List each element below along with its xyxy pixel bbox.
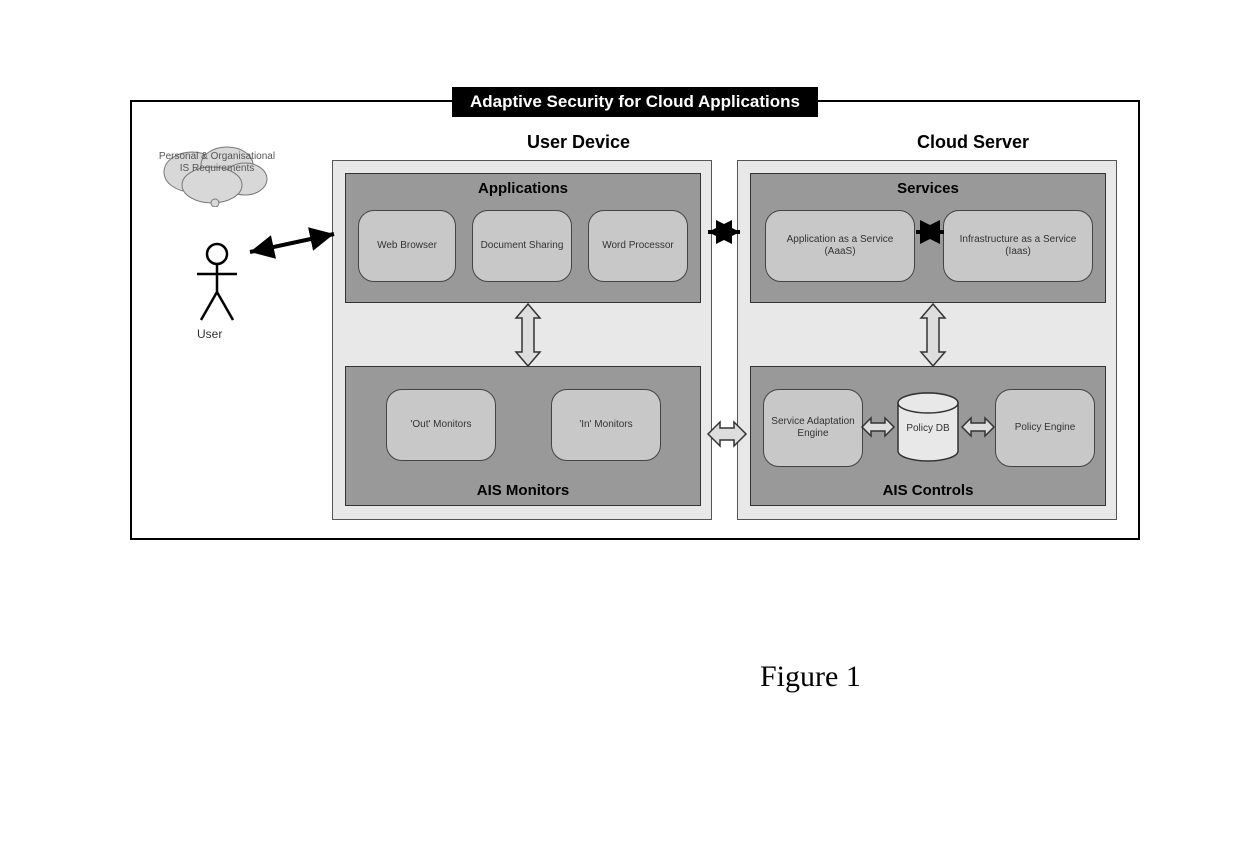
ais-monitors-title: AIS Monitors	[346, 482, 700, 499]
node-in-monitors: 'In' Monitors	[551, 389, 661, 461]
ais-monitors-panel: 'Out' Monitors 'In' Monitors AIS Monitor…	[345, 366, 701, 506]
services-title: Services	[751, 180, 1105, 197]
services-panel: Services Application as a Service (AaaS)…	[750, 173, 1106, 303]
ais-controls-panel: Service Adaptation Engine Policy DB Poli…	[750, 366, 1106, 506]
applications-panel: Applications Web Browser Document Sharin…	[345, 173, 701, 303]
policy-db-label: Policy DB	[893, 423, 963, 434]
node-aaas: Application as a Service (AaaS)	[765, 210, 915, 282]
ais-controls-title: AIS Controls	[751, 482, 1105, 499]
user-icon	[187, 242, 247, 322]
thought-cloud-text: Personal & Organisational IS Requirement…	[157, 151, 277, 174]
user-label: User	[197, 327, 222, 341]
node-iaas: Infrastructure as a Service (Iaas)	[943, 210, 1093, 282]
figure-caption: Figure 1	[760, 660, 861, 694]
diagram-title: Adaptive Security for Cloud Applications	[452, 87, 818, 117]
node-service-adaptation-engine: Service Adaptation Engine	[763, 389, 863, 467]
cloud-server-column: Services Application as a Service (AaaS)…	[737, 160, 1117, 520]
user-device-column: Applications Web Browser Document Sharin…	[332, 160, 712, 520]
arrow-user-applications	[242, 222, 342, 262]
node-web-browser: Web Browser	[358, 210, 456, 282]
diagram-frame: Adaptive Security for Cloud Applications…	[130, 100, 1140, 540]
node-document-sharing: Document Sharing	[472, 210, 572, 282]
node-out-monitors: 'Out' Monitors	[386, 389, 496, 461]
column-title-cloud-server: Cloud Server	[917, 132, 1029, 153]
policy-db-cylinder-icon: Policy DB	[893, 391, 963, 465]
node-word-processor: Word Processor	[588, 210, 688, 282]
node-policy-engine: Policy Engine	[995, 389, 1095, 467]
thought-cloud-icon: Personal & Organisational IS Requirement…	[157, 137, 277, 207]
applications-title: Applications	[346, 180, 700, 197]
column-title-user-device: User Device	[527, 132, 630, 153]
